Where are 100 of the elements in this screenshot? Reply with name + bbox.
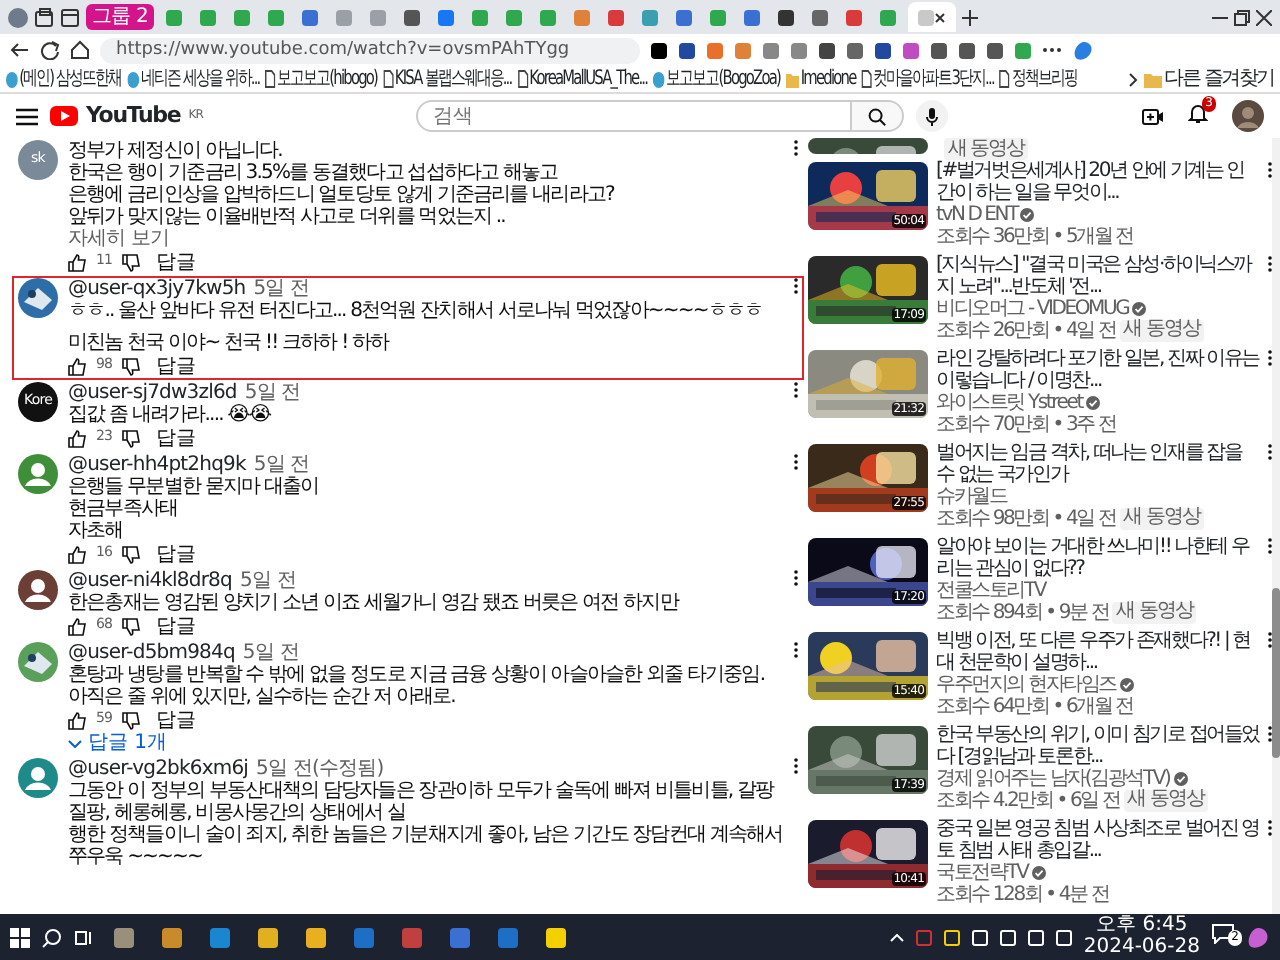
comment-text: 혼탕과 냉탕를 반복할 수 밖에 없을 정도로 지금 금융 상황이 아슬아슬한 외줄 타기중임. xyxy=(68,664,767,686)
bookmark[interactable]: KoreaMallUSA_The... xyxy=(517,68,648,90)
bookmark[interactable]: (메인) 삼성뜨한채 xyxy=(6,68,122,90)
channel-name[interactable]: 우주먼지의 현자타임즈 xyxy=(936,674,1116,696)
page-icon xyxy=(999,70,1011,88)
new-video-badge: 새 동영상 xyxy=(1112,602,1197,624)
video-title[interactable]: 빅뱅 이전, 또 다른 우주가 존재했다?! | 현대 천문학이 설명하... xyxy=(936,632,1260,674)
reply-button[interactable]: 답글 xyxy=(150,709,203,731)
reply-button[interactable]: 답글 xyxy=(150,251,203,273)
comment-text: 자초해 xyxy=(68,520,125,542)
video-title[interactable]: [#벌거벗은세계사] 20년 안에 기계는 인간이 하는 일을 무엇이... xyxy=(936,162,1260,204)
like-icon[interactable] xyxy=(68,711,86,729)
windows-start-icon[interactable] xyxy=(10,927,30,947)
comment-text: ㅎㅎ.. 울산 앞바다 유전 터진다고... 8천억원 잔치해서 서로나눠 먹었잖아~~~~ㅎㅎㅎ xyxy=(68,300,765,322)
new-video-badge: 새 동영상 xyxy=(1119,320,1204,342)
channel-name[interactable]: 국토전략TV xyxy=(936,862,1028,884)
scrollbar-thumb[interactable] xyxy=(1272,588,1280,759)
browser-tab[interactable] xyxy=(907,2,956,32)
verified-icon xyxy=(1173,772,1188,786)
refresh-icon[interactable] xyxy=(40,40,60,60)
channel-name[interactable]: 경제 읽어주는 남자(김광석TV) xyxy=(936,768,1170,790)
reply-button[interactable]: 답글 xyxy=(150,427,203,449)
channel-name[interactable]: 와이스트릿 Ystreet xyxy=(936,392,1082,414)
address-field[interactable]: https://www.youtube.com/watch?v=ovsmPAhTYgg xyxy=(100,37,640,63)
voice-search-button[interactable] xyxy=(915,100,947,132)
like-icon[interactable] xyxy=(68,617,86,635)
search-field[interactable]: 검색 xyxy=(415,100,851,132)
chevron-down-icon xyxy=(68,739,82,747)
more-icon[interactable] xyxy=(1042,46,1062,54)
dislike-icon[interactable] xyxy=(122,617,141,635)
search-icon[interactable] xyxy=(42,927,62,947)
bookmark[interactable]: 컷마을아파트3단지... xyxy=(861,68,994,90)
video-title[interactable]: 한국 부동산의 위기, 이미 침기로 접어들었다 [경읽남과 토론한... xyxy=(936,726,1260,768)
bookmark[interactable]: Imedione xyxy=(785,68,856,90)
dislike-icon[interactable] xyxy=(122,711,141,729)
bookmark[interactable]: KISA 볼랩스웨대응... xyxy=(383,68,512,90)
like-icon[interactable] xyxy=(68,253,86,271)
dislike-icon[interactable] xyxy=(122,545,141,563)
video-title[interactable]: 벌어지는 임금 격차, 떠나는 인재를 잡을 수 없는 국가인가 xyxy=(936,444,1260,486)
comment-author[interactable]: @user-qx3jy7kw5h xyxy=(68,278,246,300)
replies-toggle[interactable]: 답글 1개 xyxy=(68,732,168,754)
app-icon[interactable] xyxy=(304,925,328,949)
app-icon[interactable] xyxy=(112,925,136,949)
bookmark[interactable]: 보고보고(hibogo) xyxy=(265,68,378,90)
back-icon[interactable] xyxy=(10,40,30,60)
create-icon[interactable] xyxy=(1142,107,1164,125)
app-icon[interactable] xyxy=(160,925,184,949)
comment-author[interactable]: @user-ni4kl8dr8q xyxy=(68,570,232,592)
restore-icon[interactable] xyxy=(1234,9,1250,25)
channel-name[interactable]: 슈카월드 xyxy=(936,486,1007,508)
channel-name[interactable]: tvN D ENT xyxy=(936,204,1017,226)
notifications-icon[interactable] xyxy=(1212,924,1234,944)
video-title[interactable]: [지식뉴스] "결국 미국은 삼성·하이닉스까지 노려"...반도체 '전... xyxy=(936,256,1260,298)
video-title[interactable]: 라인 강탈하려다 포기한 일본, 진짜 이유는 이렇습니다 / 이명찬... xyxy=(936,350,1260,392)
new-tab-icon[interactable] xyxy=(961,9,978,25)
channel-name[interactable]: 비디오머그 - VIDEOMUG xyxy=(936,298,1129,320)
bookmark[interactable]: 정책브리핑 xyxy=(999,68,1077,90)
app-icon[interactable] xyxy=(256,925,280,949)
bookmark-folder[interactable]: 다른 즐겨찾기 xyxy=(1144,68,1274,90)
close-icon[interactable] xyxy=(1256,9,1272,25)
comment-author[interactable]: @user-vg2bk6xm6j xyxy=(68,758,249,780)
chevron-icon[interactable] xyxy=(1128,71,1139,87)
bell-icon[interactable] xyxy=(1188,102,1208,124)
clock[interactable]: 오후 6:45 2024-06-28 xyxy=(1083,916,1200,958)
tab-group-label[interactable]: 그룹 2 xyxy=(86,4,154,30)
dislike-icon[interactable] xyxy=(122,429,141,447)
close-icon[interactable] xyxy=(933,11,946,23)
dislike-icon[interactable] xyxy=(122,357,141,375)
tab-actions-icon[interactable] xyxy=(60,7,80,27)
comment-author[interactable]: @user-sj7dw3zl6d xyxy=(68,382,237,404)
verified-icon xyxy=(1119,678,1134,692)
comment-text: 은행에 금리인상을 압박하드니 얼토당토 않게 기준금리를 내리라고? xyxy=(68,184,617,206)
search-button[interactable] xyxy=(851,100,903,132)
like-icon[interactable] xyxy=(68,545,86,563)
reply-button[interactable]: 답글 xyxy=(150,615,203,637)
like-icon[interactable] xyxy=(68,357,86,375)
comment-author[interactable]: @user-d5bm984q xyxy=(68,642,235,664)
view-count: 조회수 4.2만회 • 6일 전 xyxy=(936,790,1120,812)
video-title[interactable]: 중국 일본 영공 침범 사상최조로 벌어진 영토 침범 사태 총입갈... xyxy=(936,820,1260,862)
workspaces-icon[interactable] xyxy=(34,7,54,27)
comment-text: 한국은 행이 기준금리 3.5%를 동결했다고 섭섭하다고 해놓고 xyxy=(68,162,560,184)
bookmark[interactable]: 보고보고(BogoZoa) xyxy=(653,68,780,90)
like-icon[interactable] xyxy=(68,429,86,447)
task-view-icon[interactable] xyxy=(74,927,94,947)
caret-up-icon[interactable] xyxy=(889,933,904,941)
page-icon xyxy=(861,70,872,88)
reply-button[interactable]: 답글 xyxy=(150,543,203,565)
read-more-link[interactable]: 자세히 보기 xyxy=(68,228,170,250)
video-title[interactable]: 알아야 보이는 거대한 쓰나미!! 나한테 우리는 관심이 없다?? xyxy=(936,538,1260,580)
scrollbar[interactable] xyxy=(1272,138,1280,914)
reply-button[interactable]: 답글 xyxy=(150,355,203,377)
avatar-icon[interactable] xyxy=(1232,100,1264,132)
home-icon[interactable] xyxy=(70,40,90,60)
menu-icon[interactable] xyxy=(16,107,38,125)
view-count: 조회수 98만회 • 4일 전 xyxy=(936,508,1116,530)
comment-author[interactable]: @user-hh4pt2hq9k xyxy=(68,454,246,476)
bookmark[interactable]: 네티즌 세상을 위하... xyxy=(127,68,260,90)
app-icon[interactable] xyxy=(544,925,568,949)
dislike-icon[interactable] xyxy=(122,253,141,271)
channel-name[interactable]: 전쿨스토리TV xyxy=(936,580,1046,602)
